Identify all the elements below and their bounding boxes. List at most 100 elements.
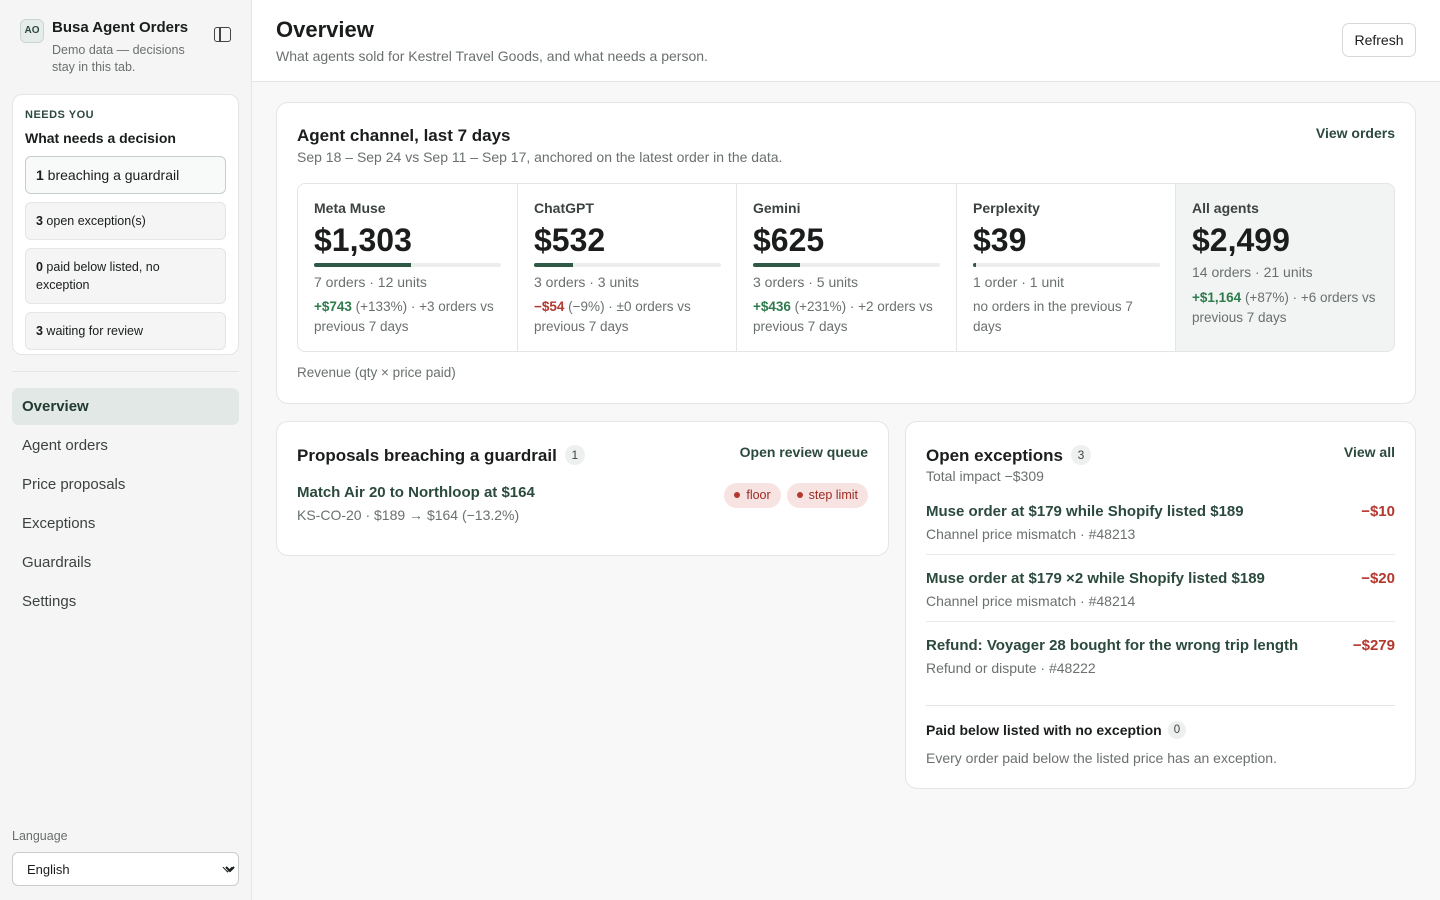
- agents-grid: Meta Muse $1,303 7 orders · 12 units +$7…: [297, 183, 1395, 352]
- dot-icon: [796, 492, 803, 498]
- app-subtitle: Demo data — decisions stay in this tab.: [52, 43, 185, 74]
- proposal-link[interactable]: Match Air 20 to Northloop at $164: [297, 484, 535, 501]
- agent-share-bar: [314, 263, 501, 267]
- exception-amount: −$279: [1352, 637, 1395, 654]
- agent-share-fill: [753, 263, 800, 267]
- paid-below-note: Every order paid below the listed price …: [926, 750, 1277, 766]
- view-all-link[interactable]: View all: [1344, 444, 1395, 460]
- agent-share-fill: [973, 263, 976, 267]
- exception-link[interactable]: Refund: Voyager 28 bought for the wrong …: [926, 637, 1298, 654]
- divider: [926, 705, 1395, 706]
- needs-label: breaching a guardrail: [43, 167, 180, 183]
- agent-name: Gemini: [753, 200, 801, 216]
- agent-name: Perplexity: [973, 200, 1040, 216]
- agent-orders-units: 3 orders · 3 units: [534, 274, 640, 290]
- refresh-button[interactable]: Refresh: [1342, 23, 1416, 57]
- list-item: Muse order at $179 while Shopify listed …: [926, 488, 1395, 555]
- agent-revenue: $1,303: [314, 222, 412, 258]
- sidebar-item-exceptions[interactable]: Exceptions: [12, 505, 239, 542]
- needs-item-guardrail[interactable]: 1 breaching a guardrail: [25, 156, 226, 194]
- sidebar-item-overview[interactable]: Overview: [12, 388, 239, 425]
- guardrail-tags: floor step limit: [718, 483, 868, 508]
- agent-share-fill: [314, 263, 412, 267]
- open-review-queue-link[interactable]: Open review queue: [740, 444, 868, 460]
- exception-link[interactable]: Muse order at $179 while Shopify listed …: [926, 503, 1244, 520]
- agent-delta: +$436 (+231%) · +2 orders vs previous 7 …: [753, 297, 943, 337]
- agent-revenue: $2,499: [1192, 222, 1290, 258]
- agent-orders-units: 7 orders · 12 units: [314, 274, 427, 290]
- exception-meta: Channel price mismatch · #48214: [926, 593, 1136, 609]
- agent-revenue: $625: [753, 222, 825, 258]
- agent-orders-units: 3 orders · 5 units: [753, 274, 859, 290]
- needs-item-paid-below[interactable]: 0 paid below listed, no exception: [25, 248, 226, 304]
- app-title: Busa Agent Orders: [52, 19, 189, 36]
- needs-item-review[interactable]: 3 waiting for review: [25, 312, 226, 350]
- sidebar: AO Busa Agent Orders Demo data — decisio…: [0, 0, 252, 900]
- exceptions-title-text: Open exceptions: [926, 446, 1063, 465]
- needs-you-card: NEEDS YOU What needs a decision 1 breach…: [12, 94, 239, 355]
- agent-orders-units: 14 orders · 21 units: [1192, 264, 1313, 280]
- needs-count: 3: [36, 214, 43, 228]
- language-label: Language: [12, 829, 68, 843]
- page-header: Overview What agents sold for Kestrel Tr…: [252, 0, 1440, 82]
- count-badge: 1: [564, 445, 585, 465]
- guardrail-tag-step-limit: step limit: [786, 483, 868, 508]
- sidebar-nav: Overview Agent orders Price proposals Ex…: [12, 388, 239, 622]
- list-item: Refund: Voyager 28 bought for the wrong …: [926, 622, 1395, 689]
- agent-share-fill: [534, 263, 574, 267]
- needs-item-exceptions[interactable]: 3 open exception(s): [25, 202, 226, 240]
- guardrail-tag-floor: floor: [724, 483, 781, 508]
- agent-delta: +$743 (+133%) · +3 orders vs previous 7 …: [314, 297, 504, 337]
- agent-channel-card: Agent channel, last 7 days Sep 18 – Sep …: [276, 102, 1416, 404]
- needs-kicker: NEEDS YOU: [25, 109, 95, 121]
- agent-tile-perplexity: Perplexity $39 1 order · 1 unit no order…: [957, 184, 1176, 351]
- sidebar-item-settings[interactable]: Settings: [12, 583, 239, 620]
- dot-icon: [734, 492, 741, 498]
- agent-channel-title: Agent channel, last 7 days: [297, 126, 511, 145]
- agent-tile-all-agents: All agents $2,499 14 orders · 21 units +…: [1176, 184, 1394, 351]
- proposals-title-text: Proposals breaching a guardrail: [297, 446, 557, 465]
- page-subtitle: What agents sold for Kestrel Travel Good…: [276, 48, 708, 64]
- agent-share-bar: [973, 263, 1160, 267]
- exception-link[interactable]: Muse order at $179 ×2 while Shopify list…: [926, 570, 1265, 587]
- needs-count: 3: [36, 324, 43, 338]
- sidebar-item-agent-orders[interactable]: Agent orders: [12, 427, 239, 464]
- agent-name: ChatGPT: [534, 200, 594, 216]
- needs-count: 1: [36, 167, 44, 183]
- agent-name: All agents: [1192, 200, 1259, 216]
- agent-tile-gemini: Gemini $625 3 orders · 5 units +$436 (+2…: [737, 184, 957, 351]
- agent-delta-value: +$743: [314, 299, 352, 314]
- agent-revenue: $532: [534, 222, 606, 258]
- tag-label: floor: [746, 488, 771, 502]
- sidebar-item-price-proposals[interactable]: Price proposals: [12, 466, 239, 503]
- agent-orders-units: 1 order · 1 unit: [973, 274, 1065, 290]
- agent-delta: −$54 (−9%) · ±0 orders vs previous 7 day…: [534, 297, 724, 337]
- exceptions-list: Muse order at $179 while Shopify listed …: [926, 488, 1395, 689]
- agent-delta: +$1,164 (+87%) · +6 orders vs previous 7…: [1192, 288, 1382, 328]
- revenue-note: Revenue (qty × price paid): [297, 365, 456, 380]
- agent-channel-subtitle: Sep 18 – Sep 24 vs Sep 11 – Sep 17, anch…: [297, 149, 783, 165]
- needs-count: 0: [36, 260, 43, 274]
- view-orders-link[interactable]: View orders: [1316, 125, 1395, 141]
- language-select[interactable]: English: [12, 852, 239, 886]
- agent-delta-value: +$1,164: [1192, 290, 1242, 305]
- sidebar-divider: [12, 371, 239, 372]
- needs-label: paid below listed, no exception: [36, 260, 160, 292]
- paid-below-title: Paid below listed with no exception 0: [926, 721, 1187, 739]
- list-item: Muse order at $179 ×2 while Shopify list…: [926, 555, 1395, 622]
- proposal-meta: KS-CO-20 · $189 → $164 (−13.2%): [297, 507, 520, 523]
- agent-delta-value: −$54: [534, 299, 565, 314]
- sidebar-item-guardrails[interactable]: Guardrails: [12, 544, 239, 581]
- page-title: Overview: [276, 17, 374, 42]
- count-badge: 3: [1070, 445, 1091, 465]
- agent-tile-chatgpt: ChatGPT $532 3 orders · 3 units −$54 (−9…: [518, 184, 737, 351]
- agent-share-bar: [753, 263, 940, 267]
- agent-name: Meta Muse: [314, 200, 386, 216]
- needs-title: What needs a decision: [25, 130, 176, 146]
- proposals-title: Proposals breaching a guardrail 1: [297, 445, 585, 466]
- sidebar-toggle-icon[interactable]: [214, 27, 231, 42]
- exceptions-total-impact: Total impact −$309: [926, 468, 1044, 484]
- exception-amount: −$10: [1361, 503, 1395, 520]
- agent-share-bar: [534, 263, 721, 267]
- agent-revenue: $39: [973, 222, 1027, 258]
